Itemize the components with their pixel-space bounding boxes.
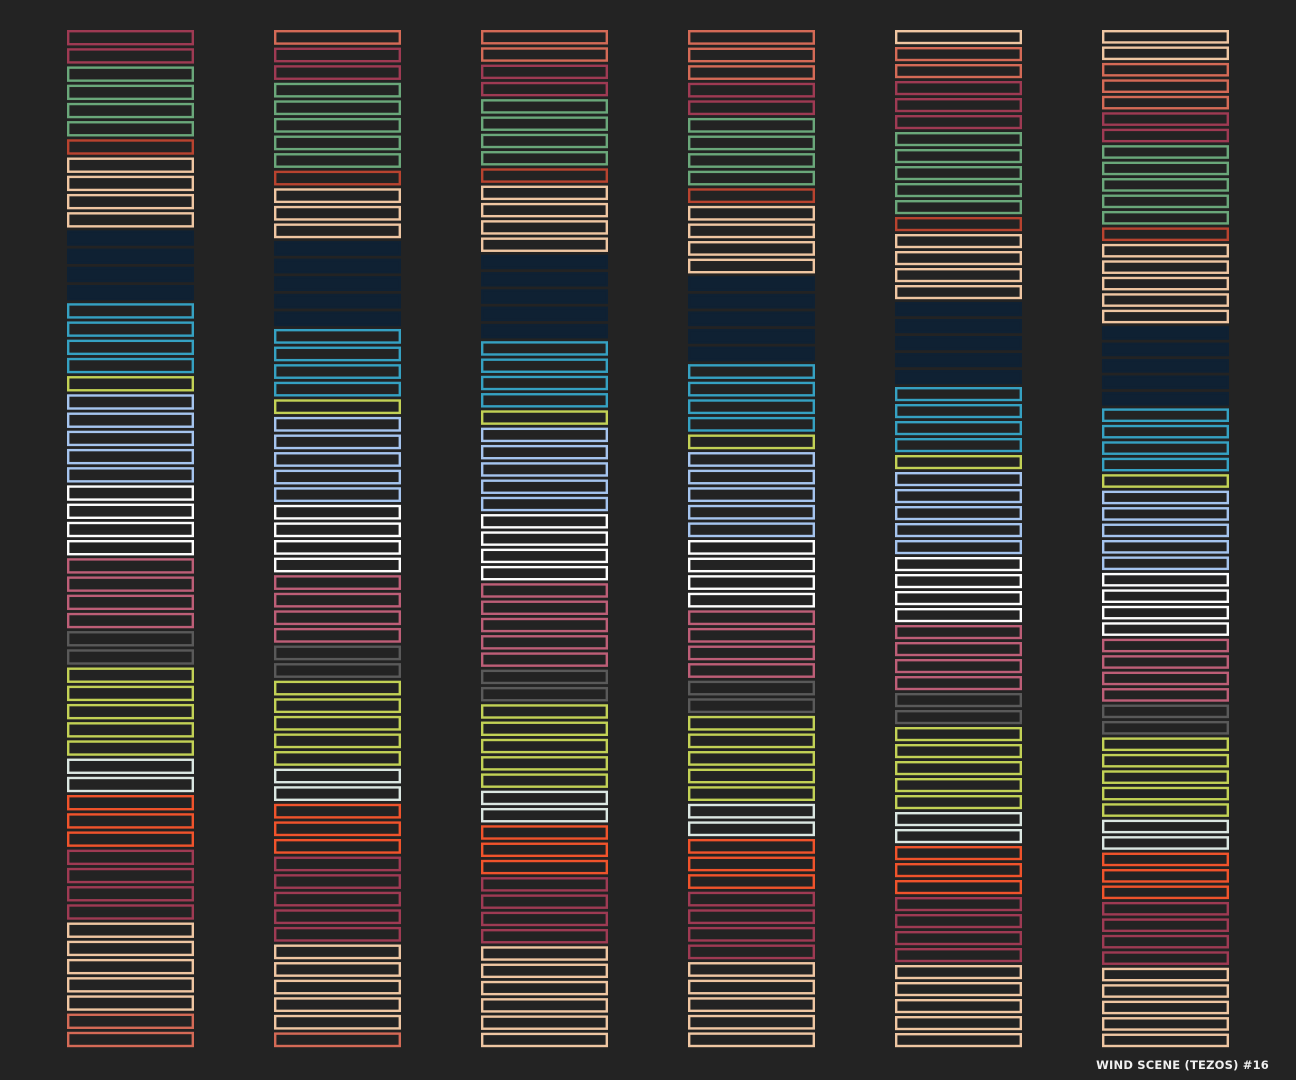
stripe	[1101, 359, 1229, 373]
stripe	[688, 328, 816, 344]
artwork-caption: WIND SCENE (TEZOS) #16	[1096, 1058, 1269, 1072]
stripe	[895, 370, 1023, 385]
stripe	[895, 353, 1023, 368]
stripe	[481, 306, 609, 322]
stripe	[895, 336, 1023, 351]
stripe	[688, 276, 816, 292]
stripe	[274, 276, 402, 292]
stripe	[274, 241, 402, 256]
stripe	[274, 293, 402, 309]
stripe	[481, 254, 609, 270]
stripe	[66, 266, 194, 283]
background	[0, 0, 1296, 1080]
stripe	[1101, 375, 1229, 390]
stripe	[688, 311, 816, 327]
stripe	[66, 248, 194, 264]
stripe	[688, 293, 816, 309]
stripe	[481, 323, 609, 339]
stripe	[66, 285, 194, 301]
stripe	[274, 311, 402, 327]
stripe	[1101, 342, 1229, 357]
stripe	[481, 272, 609, 287]
stripe	[1101, 326, 1229, 340]
stripe	[688, 346, 816, 362]
stripe	[895, 302, 1023, 317]
stripe	[895, 319, 1023, 334]
stripe	[481, 289, 609, 304]
stripe	[1101, 391, 1229, 406]
stripe	[274, 258, 402, 274]
artwork-canvas	[0, 0, 1296, 1080]
stripe	[66, 230, 194, 246]
